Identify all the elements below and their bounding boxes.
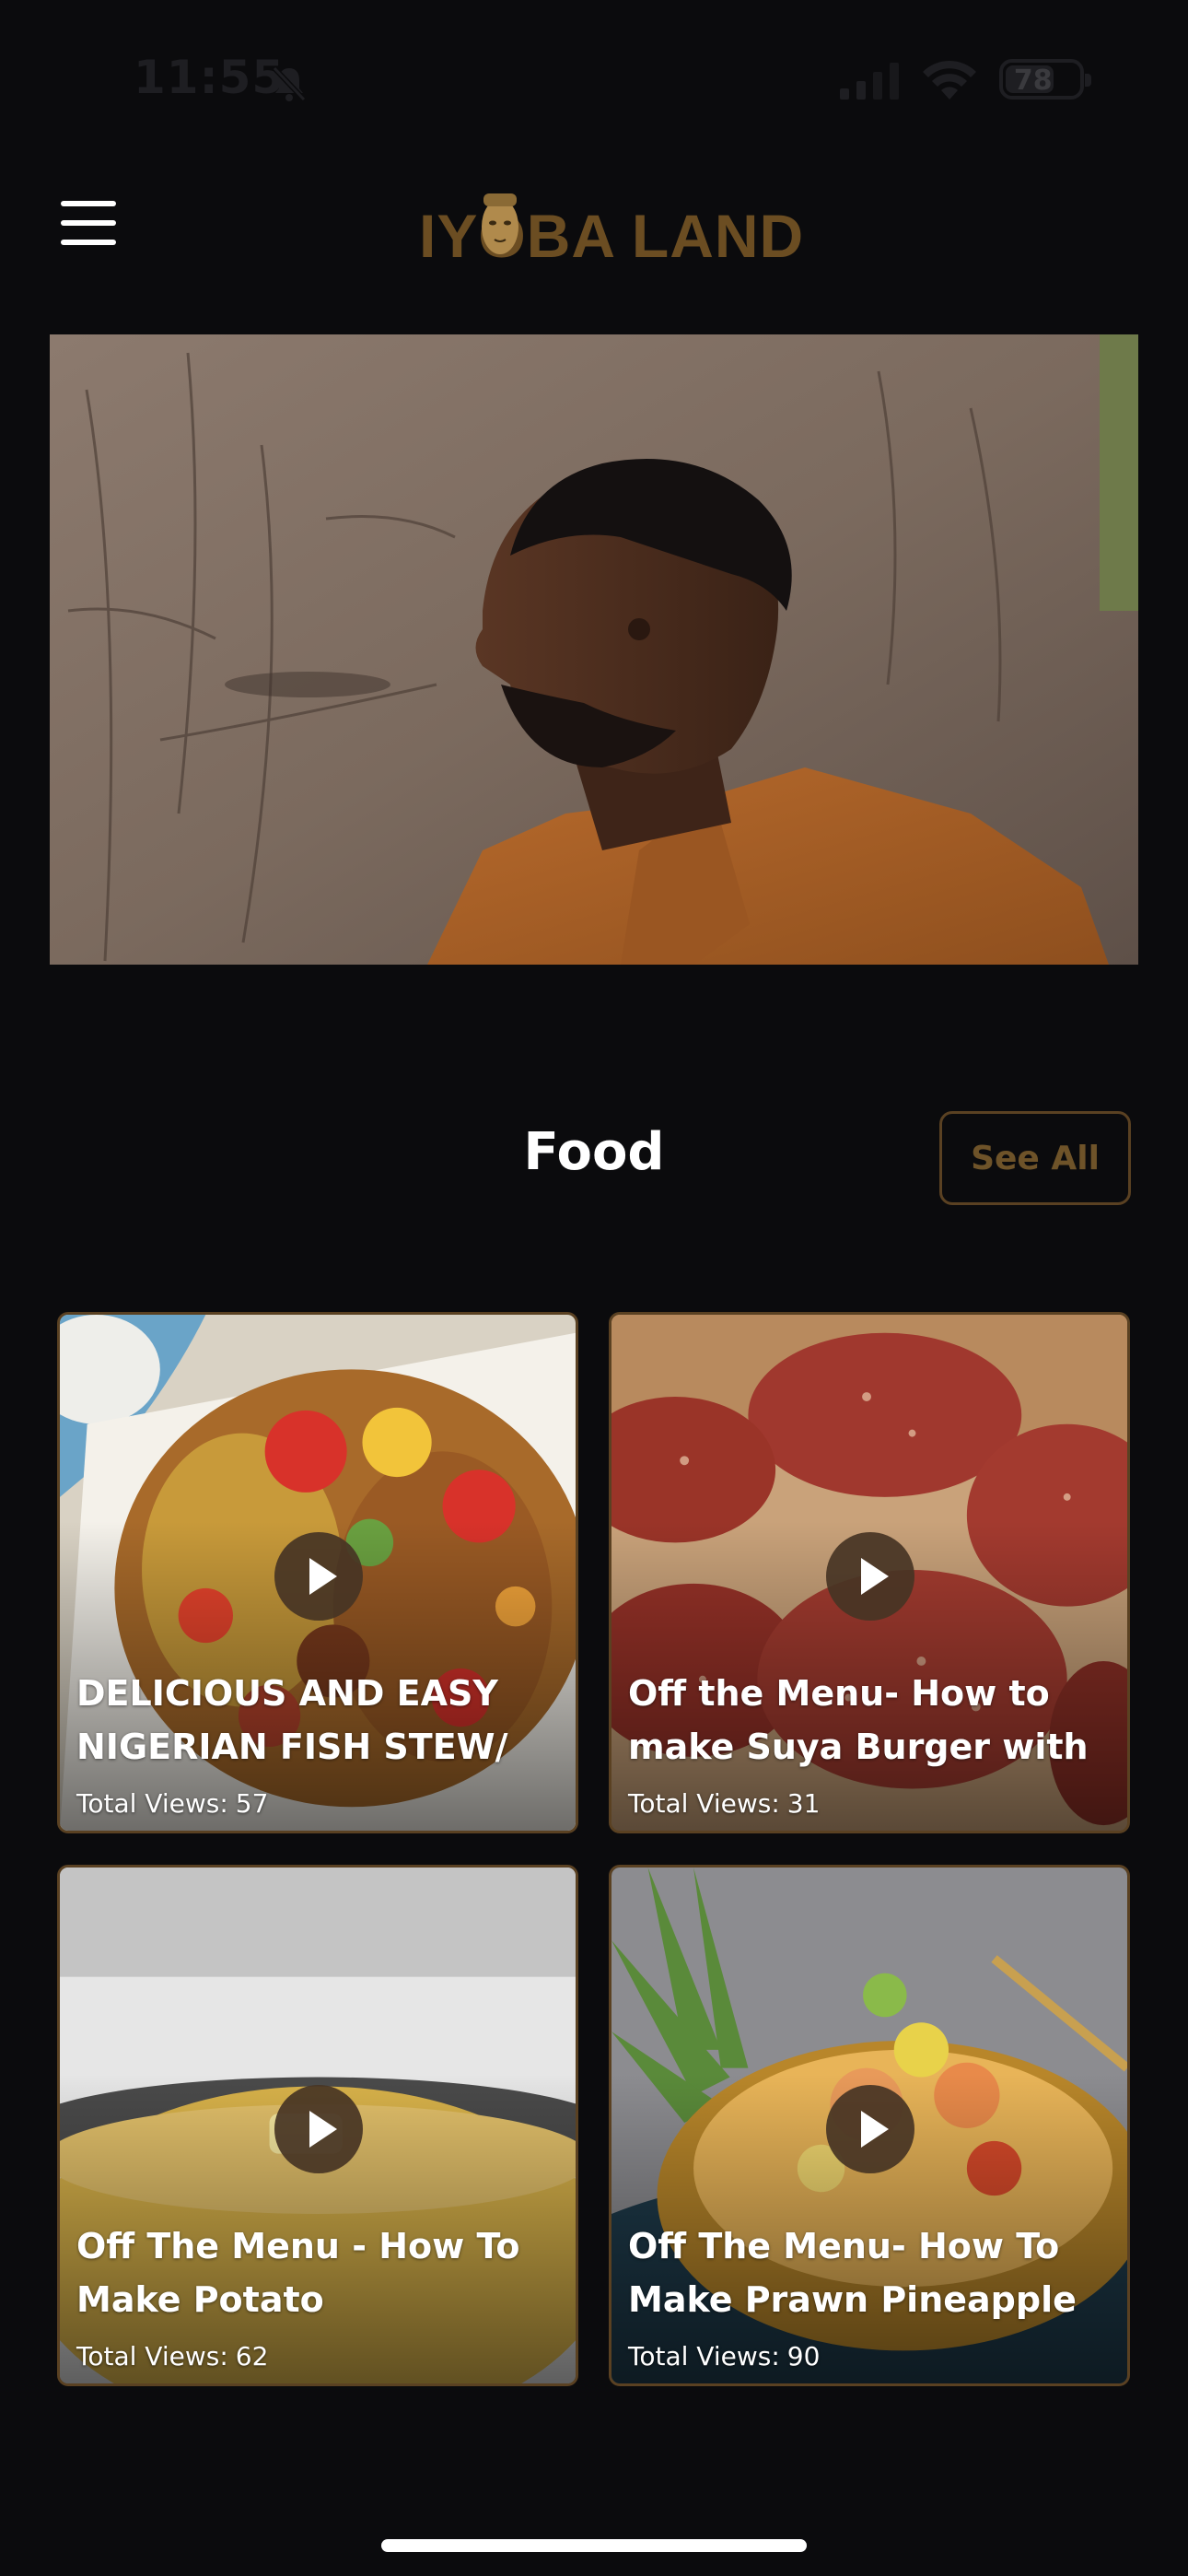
views-label: Total Views: — [628, 2341, 780, 2371]
views-label: Total Views: — [76, 2341, 228, 2371]
video-card[interactable]: Off The Menu - How To Make Potato Total … — [57, 1865, 578, 2386]
hero-banner-image[interactable] — [50, 334, 1138, 965]
video-views: Total Views: 62 — [76, 2341, 268, 2371]
play-icon[interactable] — [274, 1532, 363, 1621]
views-count: 90 — [786, 2341, 821, 2371]
video-views: Total Views: 31 — [628, 1788, 820, 1819]
battery-indicator: 78 — [999, 59, 1091, 100]
play-icon[interactable] — [274, 2085, 363, 2173]
iyoba-land-logo[interactable]: IYOBA LAND — [410, 182, 803, 275]
views-label: Total Views: — [628, 1788, 780, 1819]
bell-muted-icon — [272, 65, 307, 102]
play-icon[interactable] — [826, 2085, 914, 2173]
app-screen: 11:55 78 IYOBA LAND Food See All DELICIO… — [0, 0, 1188, 2576]
status-time: 11:55 — [134, 51, 285, 104]
home-indicator[interactable] — [381, 2539, 807, 2552]
video-title: Off The Menu- How To Make Prawn Pineappl… — [628, 2226, 1077, 2320]
wifi-icon — [923, 60, 976, 100]
battery-cap — [1085, 74, 1091, 87]
video-title: Off the Menu- How to make Suya Burger wi… — [628, 1673, 1089, 1767]
views-label: Total Views: — [76, 1788, 228, 1819]
status-bar: 11:55 78 — [0, 0, 1188, 157]
hamburger-menu-icon-line — [61, 220, 116, 226]
battery-percent: 78 — [1013, 64, 1053, 97]
hamburger-menu-icon-line — [61, 201, 116, 206]
video-title: Off The Menu - How To Make Potato — [76, 2226, 520, 2320]
hero-photo — [50, 334, 1138, 965]
video-card[interactable]: Off the Menu- How to make Suya Burger wi… — [609, 1312, 1130, 1833]
mask-logo-icon — [482, 193, 518, 254]
video-card[interactable]: Off The Menu- How To Make Prawn Pineappl… — [609, 1865, 1130, 2386]
play-icon[interactable] — [826, 1532, 914, 1621]
see-all-button[interactable]: See All — [939, 1111, 1131, 1205]
video-title: DELICIOUS AND EASY NIGERIAN FISH STEW/ — [76, 1673, 508, 1767]
video-card[interactable]: DELICIOUS AND EASY NIGERIAN FISH STEW/ T… — [57, 1312, 578, 1833]
views-count: 31 — [786, 1788, 821, 1819]
menu-button[interactable] — [61, 201, 116, 247]
video-views: Total Views: 57 — [76, 1788, 268, 1819]
cellular-signal-icon — [840, 63, 899, 100]
hamburger-menu-icon-line — [61, 240, 116, 245]
views-count: 57 — [235, 1788, 269, 1819]
views-count: 62 — [235, 2341, 269, 2371]
video-views: Total Views: 90 — [628, 2341, 820, 2371]
